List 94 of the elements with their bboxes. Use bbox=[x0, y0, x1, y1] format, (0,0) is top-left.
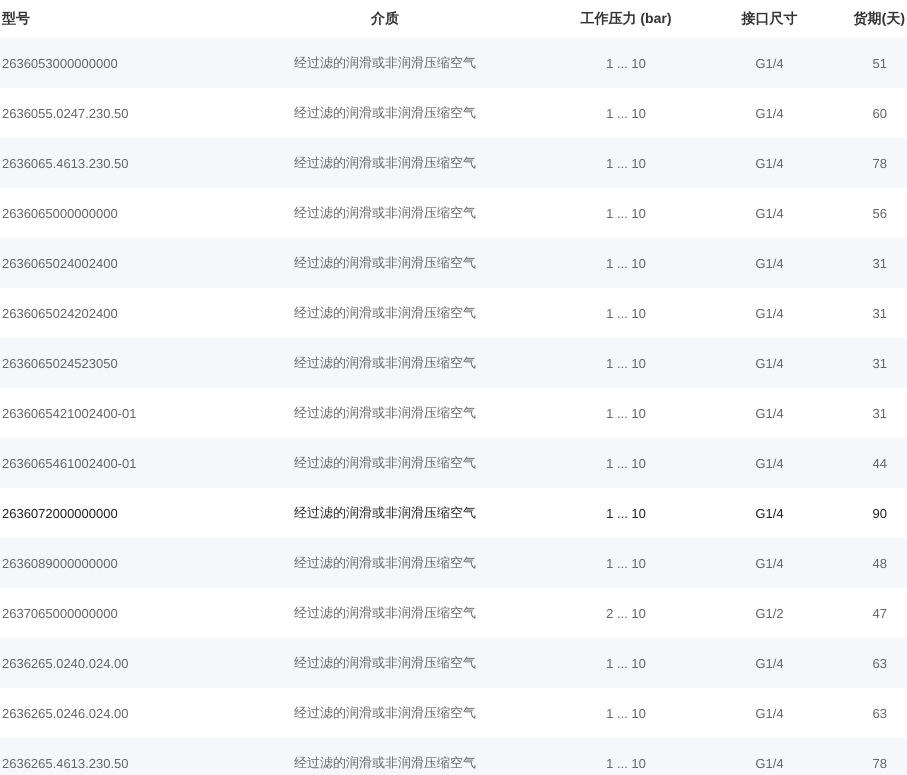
table-cell-text: 2636065.4613.230.50 bbox=[1, 156, 130, 170]
table-cell-text: G1/4 bbox=[754, 506, 785, 520]
table-cell-text: 经过滤的润滑或非润滑压缩空气 bbox=[293, 604, 477, 622]
table-cell-text: 1 ... 10 bbox=[605, 506, 647, 520]
table-cell-text: 31 bbox=[872, 406, 888, 420]
table-cell-text: 经过滤的润滑或非润滑压缩空气 bbox=[293, 354, 477, 372]
table-cell-text: G1/4 bbox=[754, 556, 785, 570]
table-row[interactable]: 2636065024002400 经过滤的润滑或非润滑压缩空气 1 ... 10 G1/4 31 bbox=[0, 238, 907, 288]
table-cell-text: 1 ... 10 bbox=[605, 56, 647, 70]
table-cell-text: 2636089000000000 bbox=[1, 556, 119, 570]
column-header: 接口尺寸 bbox=[740, 10, 798, 28]
table-cell-text: G1/4 bbox=[754, 106, 785, 120]
table-cell-text: 1 ... 10 bbox=[605, 706, 647, 720]
table-cell-text: 2 ... 10 bbox=[605, 606, 647, 620]
table-cell-text: 1 ... 10 bbox=[605, 756, 647, 770]
table-cell-text: 2636065421002400-01 bbox=[1, 406, 138, 420]
table-cell-text: 48 bbox=[872, 556, 888, 570]
table-row[interactable]: 2636065461002400-01 经过滤的润滑或非润滑压缩空气 1 ... 10 G1/4 44 bbox=[0, 438, 907, 488]
table-cell-text: 经过滤的润滑或非润滑压缩空气 bbox=[293, 304, 477, 322]
table-cell-text: G1/4 bbox=[754, 656, 785, 670]
table-cell-text: 78 bbox=[872, 756, 888, 770]
column-header: 货期(天) bbox=[852, 10, 906, 28]
table-row[interactable]: 2636265.0246.024.00 经过滤的润滑或非润滑压缩空气 1 ... 10 G1/4 63 bbox=[0, 688, 907, 738]
table-cell-text: 31 bbox=[872, 306, 888, 320]
table-cell-text: 1 ... 10 bbox=[605, 556, 647, 570]
table-cell-text: 1 ... 10 bbox=[605, 406, 647, 420]
table-cell-text: 1 ... 10 bbox=[605, 206, 647, 220]
table-cell-text: 1 ... 10 bbox=[605, 456, 647, 470]
table-row[interactable]: 2636065000000000 经过滤的润滑或非润滑压缩空气 1 ... 10 G1/4 56 bbox=[0, 188, 907, 238]
table-cell-text: 经过滤的润滑或非润滑压缩空气 bbox=[293, 504, 477, 522]
table-cell-text: 47 bbox=[872, 606, 888, 620]
table-row[interactable]: 2636065.4613.230.50 经过滤的润滑或非润滑压缩空气 1 ... 10 G1/4 78 bbox=[0, 138, 907, 188]
table-cell-text: G1/4 bbox=[754, 456, 785, 470]
table-cell-text: 63 bbox=[872, 656, 888, 670]
table-cell-text: G1/4 bbox=[754, 706, 785, 720]
column-header: 型号 bbox=[1, 10, 31, 28]
table-cell-text: 78 bbox=[872, 156, 888, 170]
table-cell-text: G1/4 bbox=[754, 156, 785, 170]
table-cell-text: G1/4 bbox=[754, 256, 785, 270]
table-cell-text: 2636265.0246.024.00 bbox=[1, 706, 130, 720]
table-cell-text: 经过滤的润滑或非润滑压缩空气 bbox=[293, 54, 477, 72]
table-cell-text: G1/4 bbox=[754, 756, 785, 770]
table-row[interactable]: 2636065024202400 经过滤的润滑或非润滑压缩空气 1 ... 10 G1/4 31 bbox=[0, 288, 907, 338]
table-cell-text: 1 ... 10 bbox=[605, 356, 647, 370]
table-cell-text: 2636065024523050 bbox=[1, 356, 119, 370]
table-cell-text: 2636265.4613.230.50 bbox=[1, 756, 130, 770]
table-cell-text: 经过滤的润滑或非润滑压缩空气 bbox=[293, 754, 477, 772]
table-cell-text: 2636065024002400 bbox=[1, 256, 119, 270]
column-header: 介质 bbox=[370, 10, 400, 28]
table-cell-text: 1 ... 10 bbox=[605, 656, 647, 670]
table-row[interactable]: 2636065024523050 经过滤的润滑或非润滑压缩空气 1 ... 10 G1/4 31 bbox=[0, 338, 907, 388]
table-row[interactable]: 2636055.0247.230.50 经过滤的润滑或非润滑压缩空气 1 ... 10 G1/4 60 bbox=[0, 88, 907, 138]
table-cell-text: 经过滤的润滑或非润滑压缩空气 bbox=[293, 704, 477, 722]
table-cell-text: G1/4 bbox=[754, 206, 785, 220]
table-cell-text: 60 bbox=[872, 106, 888, 120]
table-cell-text: 90 bbox=[872, 506, 888, 520]
table-row[interactable]: 2636265.4613.230.50 经过滤的润滑或非润滑压缩空气 1 ... 10 G1/4 78 bbox=[0, 738, 907, 775]
table-cell-text: 经过滤的润滑或非润滑压缩空气 bbox=[293, 104, 477, 122]
table-cell-text: 经过滤的润滑或非润滑压缩空气 bbox=[293, 254, 477, 272]
table-cell-text: G1/4 bbox=[754, 56, 785, 70]
table-cell-text: 1 ... 10 bbox=[605, 106, 647, 120]
table-row[interactable]: 2636089000000000 经过滤的润滑或非润滑压缩空气 1 ... 10 G1/4 48 bbox=[0, 538, 907, 588]
table-cell-text: G1/2 bbox=[754, 606, 785, 620]
table-cell-text: 2636053000000000 bbox=[1, 56, 119, 70]
table-cell-text: G1/4 bbox=[754, 406, 785, 420]
table-cell-text: 51 bbox=[872, 56, 888, 70]
table-cell-text: 31 bbox=[872, 256, 888, 270]
table-cell-text: 经过滤的润滑或非润滑压缩空气 bbox=[293, 554, 477, 572]
table-cell-text: 2637065000000000 bbox=[1, 606, 119, 620]
table-row[interactable]: 2637065000000000 经过滤的润滑或非润滑压缩空气 2 ... 10 G1/2 47 bbox=[0, 588, 907, 638]
table-cell-text: G1/4 bbox=[754, 356, 785, 370]
table-cell-text: 经过滤的润滑或非润滑压缩空气 bbox=[293, 204, 477, 222]
table-cell-text: 经过滤的润滑或非润滑压缩空气 bbox=[293, 404, 477, 422]
table-cell-text: 63 bbox=[872, 706, 888, 720]
table-cell-text: 56 bbox=[872, 206, 888, 220]
table-cell-text: 2636065461002400-01 bbox=[1, 456, 138, 470]
table-cell-text: 31 bbox=[872, 356, 888, 370]
table-cell-text: 2636055.0247.230.50 bbox=[1, 106, 130, 120]
table-cell-text: 2636065024202400 bbox=[1, 306, 119, 320]
table-row[interactable]: 2636065421002400-01 经过滤的润滑或非润滑压缩空气 1 ... 10 G1/4 31 bbox=[0, 388, 907, 438]
table-row[interactable]: 2636265.0240.024.00 经过滤的润滑或非润滑压缩空气 1 ... 10 G1/4 63 bbox=[0, 638, 907, 688]
table-cell-text: 2636072000000000 bbox=[1, 506, 119, 520]
table-row[interactable]: 2636053000000000 经过滤的润滑或非润滑压缩空气 1 ... 10 G1/4 51 bbox=[0, 38, 907, 88]
table-cell-text: 1 ... 10 bbox=[605, 156, 647, 170]
table-cell-text: 1 ... 10 bbox=[605, 256, 647, 270]
table-cell-text: 1 ... 10 bbox=[605, 306, 647, 320]
table-cell-text: 2636065000000000 bbox=[1, 206, 119, 220]
table-cell-text: G1/4 bbox=[754, 306, 785, 320]
table-cell-text: 2636265.0240.024.00 bbox=[1, 656, 130, 670]
table-cell-text: 经过滤的润滑或非润滑压缩空气 bbox=[293, 154, 477, 172]
table-cell-text: 44 bbox=[872, 456, 888, 470]
table-cell-text: 经过滤的润滑或非润滑压缩空气 bbox=[293, 654, 477, 672]
table-cell-text: 经过滤的润滑或非润滑压缩空气 bbox=[293, 454, 477, 472]
column-header: 工作压力 (bar) bbox=[580, 10, 672, 28]
